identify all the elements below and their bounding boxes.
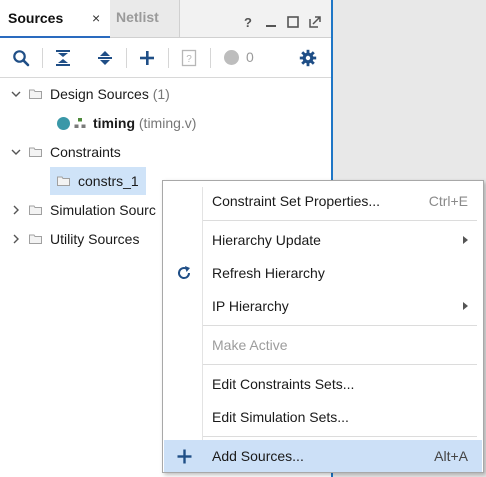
tab-close-icon[interactable]: × <box>92 10 100 26</box>
tree-item-constraints[interactable]: Constraints <box>0 138 331 166</box>
tab-netlist-label: Netlist <box>116 9 159 25</box>
menu-separator <box>203 220 477 221</box>
chevron-down-icon[interactable] <box>11 89 21 99</box>
collapse-all-icon[interactable] <box>51 46 75 70</box>
sources-toolbar: ? 0 <box>0 38 331 78</box>
menu-item-label: Refresh Hierarchy <box>212 265 325 281</box>
menu-separator <box>203 364 477 365</box>
folder-icon <box>29 234 42 244</box>
tree-item-label: timing <box>93 115 135 131</box>
search-icon[interactable] <box>9 46 33 70</box>
menu-item-add-sources[interactable]: Add Sources... Alt+A <box>164 440 482 472</box>
hierarchy-module-icon <box>74 118 86 128</box>
menu-item-label: Make Active <box>212 337 288 353</box>
tab-netlist[interactable]: Netlist <box>110 0 180 37</box>
properties-icon: ? <box>177 46 201 70</box>
menu-item-edit-constraints-sets[interactable]: Edit Constraints Sets... <box>164 368 482 400</box>
menu-item-constraint-set-properties[interactable]: Constraint Set Properties... Ctrl+E <box>164 185 482 217</box>
menu-item-label: IP Hierarchy <box>212 298 289 314</box>
menu-item-label: Constraint Set Properties... <box>212 193 381 209</box>
context-menu: Constraint Set Properties... Ctrl+E Hier… <box>162 180 484 473</box>
menu-separator <box>203 436 477 437</box>
folder-icon <box>29 89 42 99</box>
menu-item-shortcut: Alt+A <box>434 448 468 464</box>
toolbar-divider <box>42 48 43 68</box>
menu-item-label: Hierarchy Update <box>212 232 321 248</box>
tree-item-design-sources[interactable]: Design Sources (1) <box>0 80 331 108</box>
menu-item-label: Add Sources... <box>212 448 304 464</box>
menu-item-shortcut: Ctrl+E <box>428 193 468 209</box>
tab-sources-label: Sources <box>8 10 64 26</box>
toolbar-divider <box>210 48 211 68</box>
tree-item-count: (1) <box>152 86 170 102</box>
menu-item-hierarchy-update[interactable]: Hierarchy Update <box>164 224 482 256</box>
add-icon[interactable] <box>135 46 159 70</box>
add-icon <box>174 446 194 466</box>
maximize-icon[interactable] <box>285 14 301 30</box>
svg-text:?: ? <box>186 54 192 65</box>
chevron-right-icon[interactable] <box>11 205 21 215</box>
menu-item-make-active: Make Active <box>164 329 482 361</box>
toolbar-divider <box>126 48 127 68</box>
minimize-icon[interactable] <box>263 14 279 30</box>
module-status-icon <box>57 117 70 130</box>
menu-item-ip-hierarchy[interactable]: IP Hierarchy <box>164 290 482 322</box>
folder-icon <box>57 176 70 186</box>
tree-item-timing[interactable]: timing (timing.v) <box>0 109 331 137</box>
tree-item-filename: (timing.v) <box>138 115 197 131</box>
submenu-arrow-icon <box>463 236 468 244</box>
chevron-right-icon[interactable] <box>11 234 21 244</box>
tree-item-label: constrs_1 <box>78 173 139 189</box>
help-icon[interactable]: ? <box>240 14 256 30</box>
toolbar-divider <box>168 48 169 68</box>
folder-icon <box>29 205 42 215</box>
expand-all-icon[interactable] <box>93 46 117 70</box>
menu-item-refresh-hierarchy[interactable]: Refresh Hierarchy <box>164 257 482 289</box>
folder-icon <box>29 147 42 157</box>
float-window-icon[interactable] <box>307 14 323 30</box>
gear-icon[interactable] <box>296 46 320 70</box>
refresh-icon <box>174 263 194 283</box>
tree-item-label: Constraints <box>50 144 121 160</box>
tab-bar: Sources × Netlist ? <box>0 0 331 38</box>
tree-item-label: Simulation Sourc <box>50 202 156 218</box>
submenu-arrow-icon <box>463 302 468 310</box>
tree-item-label: Utility Sources <box>50 231 140 247</box>
chevron-down-icon[interactable] <box>11 147 21 157</box>
status-dot-icon <box>224 50 239 65</box>
menu-separator <box>203 325 477 326</box>
menu-item-label: Edit Constraints Sets... <box>212 376 355 392</box>
tab-sources[interactable]: Sources × <box>0 0 110 38</box>
tree-item-label: Design Sources <box>50 86 149 102</box>
menu-item-label: Edit Simulation Sets... <box>212 409 349 425</box>
issue-count: 0 <box>246 49 254 65</box>
menu-item-edit-simulation-sets[interactable]: Edit Simulation Sets... <box>164 401 482 433</box>
